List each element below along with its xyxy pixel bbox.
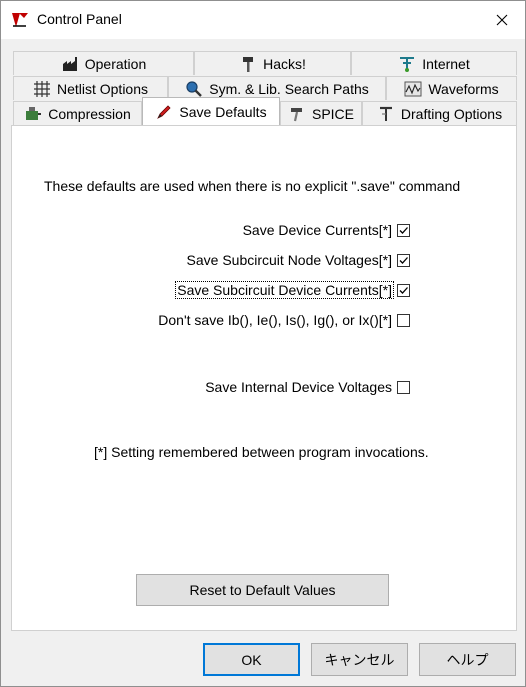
help-button[interactable]: ヘルプ <box>419 643 516 676</box>
tab-internet[interactable]: Internet <box>351 51 517 75</box>
tab-drafting-options[interactable]: Drafting Options <box>362 101 517 125</box>
checkmark-icon <box>399 226 408 234</box>
grid-icon <box>33 80 50 97</box>
save-device-currents-checkbox[interactable] <box>397 223 410 237</box>
tab-label: Internet <box>422 55 470 72</box>
tab-label: Netlist Options <box>56 80 149 97</box>
magnifier-icon <box>186 80 203 97</box>
drafting-icon <box>379 106 392 121</box>
dont-save-ib-option[interactable]: Don't save Ib(), Ie(), Is(), Ig(), or Ix… <box>157 312 410 328</box>
tab-label: SPICE <box>311 105 354 122</box>
title-bar: Control Panel <box>1 1 525 39</box>
tab-save-defaults[interactable]: Save Defaults <box>142 97 280 125</box>
option-label: Save Internal Device Voltages <box>205 379 392 395</box>
hammer-icon <box>243 56 254 72</box>
close-icon <box>496 14 508 26</box>
save-subcircuit-node-voltages-checkbox[interactable] <box>397 253 410 267</box>
window-title: Control Panel <box>37 11 122 27</box>
tab-label: Save Defaults <box>179 103 267 120</box>
save-subcircuit-device-currents-option[interactable]: Save Subcircuit Device Currents[*] <box>175 281 410 299</box>
option-label: Save Subcircuit Node Voltages[*] <box>186 252 392 268</box>
option-label: Save Subcircuit Device Currents[*] <box>175 281 394 299</box>
waveform-icon <box>404 81 422 96</box>
option-label: Save Device Currents[*] <box>242 222 392 238</box>
ltspice-icon <box>11 12 29 28</box>
option-label: Don't save Ib(), Ie(), Is(), Ig(), or Ix… <box>158 312 392 328</box>
checkmark-icon <box>399 256 408 264</box>
tab-label: Compression <box>48 105 131 122</box>
tab-spice[interactable]: SPICE <box>280 101 362 125</box>
tab-waveforms[interactable]: Waveforms <box>386 76 517 100</box>
checkmark-icon <box>399 286 408 294</box>
tab-hacks[interactable]: Hacks! <box>194 51 351 75</box>
save-subcircuit-device-currents-checkbox[interactable] <box>397 283 410 297</box>
dont-save-ib-checkbox[interactable] <box>397 313 410 327</box>
factory-icon <box>62 56 77 71</box>
save-internal-device-voltages-option[interactable]: Save Internal Device Voltages <box>204 379 410 395</box>
control-panel-window: Control Panel Operation Hacks! Internet <box>0 0 526 687</box>
reset-button-label: Reset to Default Values <box>189 582 336 598</box>
tab-label: Operation <box>84 55 147 72</box>
tab-label: Drafting Options <box>400 105 503 122</box>
hammer-icon <box>290 107 302 121</box>
help-label: ヘルプ <box>446 651 489 668</box>
ok-button[interactable]: OK <box>203 643 300 676</box>
network-icon <box>400 56 415 72</box>
reset-defaults-button[interactable]: Reset to Default Values <box>136 574 389 606</box>
tab-compression[interactable]: Compression <box>13 101 142 125</box>
intro-text: These defaults are used when there is no… <box>44 178 461 194</box>
tab-operation[interactable]: Operation <box>13 51 194 75</box>
save-device-currents-option[interactable]: Save Device Currents[*] <box>242 222 410 238</box>
compressor-icon <box>26 106 42 120</box>
tab-label: Sym. & Lib. Search Paths <box>209 80 369 97</box>
tab-label: Hacks! <box>263 55 306 72</box>
ok-label: OK <box>241 651 262 668</box>
cancel-button[interactable]: キャンセル <box>311 643 408 676</box>
pen-icon <box>157 104 171 119</box>
cancel-label: キャンセル <box>324 651 395 668</box>
tab-label: Waveforms <box>428 80 499 97</box>
save-internal-device-voltages-checkbox[interactable] <box>397 380 410 394</box>
settings-note: [*] Setting remembered between program i… <box>94 444 429 460</box>
save-subcircuit-node-voltages-option[interactable]: Save Subcircuit Node Voltages[*] <box>186 252 410 268</box>
save-defaults-panel: These defaults are used when there is no… <box>11 125 517 631</box>
close-button[interactable] <box>479 1 525 39</box>
